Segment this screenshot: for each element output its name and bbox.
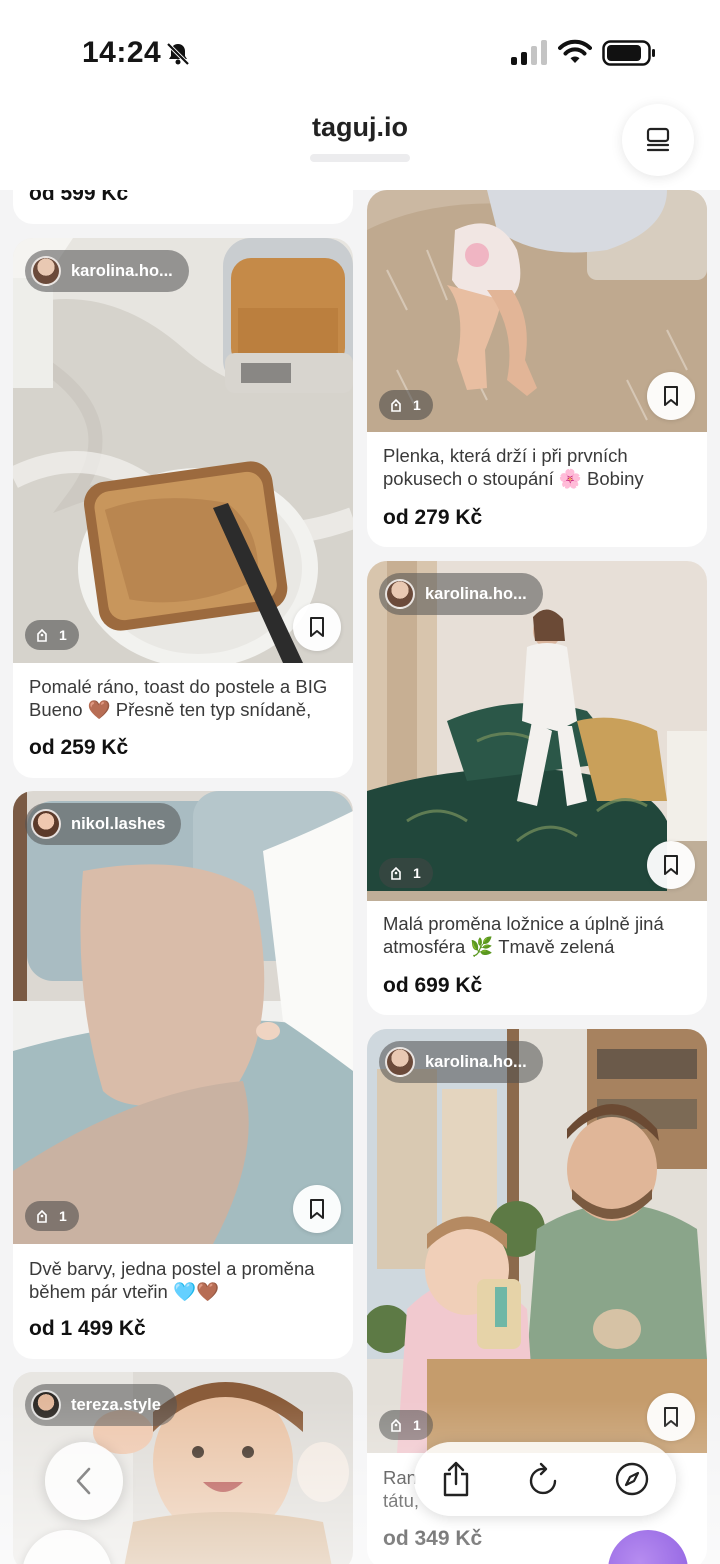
author-chip[interactable]: nikol.lashes — [25, 803, 182, 845]
card-price: od 349 Kč — [383, 1527, 483, 1550]
post-photo[interactable]: karolina.ho... 1 — [13, 238, 353, 663]
avatar — [31, 809, 61, 839]
tag-count-badge: 1 — [379, 1410, 433, 1440]
chevron-left-icon — [76, 1467, 91, 1495]
bookmark-button[interactable] — [647, 372, 695, 420]
card-price: od 279 Kč — [383, 506, 483, 529]
compass-icon — [615, 1462, 649, 1496]
tag-count-badge: 1 — [25, 1201, 79, 1231]
compass-button[interactable] — [612, 1459, 652, 1499]
hanger-tag-icon — [37, 628, 47, 642]
wifi-icon — [558, 39, 592, 63]
tag-count: 1 — [59, 627, 67, 643]
hanger-tag-icon — [391, 398, 401, 412]
bookmark-icon — [664, 855, 678, 875]
avatar — [31, 1390, 61, 1420]
post-photo[interactable]: karolina.ho... 1 — [367, 561, 707, 901]
post-photo[interactable]: 1 — [367, 190, 707, 432]
tag-count-badge: 1 — [25, 620, 79, 650]
muted-bell-icon — [166, 42, 190, 66]
bookmark-button[interactable] — [293, 603, 341, 651]
bookmark-icon — [310, 1199, 324, 1219]
card-price: od 1 499 Kč — [29, 1317, 146, 1340]
tag-count-badge: 1 — [379, 858, 433, 888]
tag-count: 1 — [59, 1208, 67, 1224]
author-chip[interactable]: karolina.ho... — [379, 1041, 543, 1083]
product-card[interactable]: karolina.ho... 1 Pomalé ráno, toast do p… — [13, 238, 353, 778]
product-card[interactable]: nikol.lashes 1 Dvě barvy, jedna postel a… — [13, 791, 353, 1359]
bookmark-icon — [310, 617, 324, 637]
reload-icon — [529, 1462, 557, 1495]
bookmark-button[interactable] — [293, 1185, 341, 1233]
bookmark-icon — [664, 1407, 678, 1427]
author-name: nikol.lashes — [71, 814, 166, 833]
author-name: karolina.ho... — [71, 261, 173, 280]
author-chip[interactable]: tereza.style — [25, 1384, 177, 1426]
author-chip[interactable]: karolina.ho... — [379, 573, 543, 615]
bookmark-button[interactable] — [647, 841, 695, 889]
post-photo[interactable]: karolina.ho... 1 — [367, 1029, 707, 1453]
author-chip[interactable]: karolina.ho... — [25, 250, 189, 292]
tag-count: 1 — [413, 865, 421, 881]
avatar — [31, 256, 61, 286]
stack-menu-icon — [646, 127, 670, 152]
author-name: tereza.style — [71, 1395, 161, 1414]
tag-count-badge: 1 — [379, 390, 433, 420]
back-button[interactable] — [45, 1442, 123, 1520]
bookmark-button[interactable] — [647, 1393, 695, 1441]
share-icon — [443, 1461, 469, 1497]
cellular-signal-icon — [511, 40, 547, 65]
card-price: od 259 Kč — [29, 736, 129, 759]
post-caption: Pomalé ráno, toast do postele a BIG Buen… — [29, 676, 328, 720]
hanger-tag-icon — [391, 866, 401, 880]
tag-count: 1 — [413, 1417, 421, 1433]
post-caption: Plenka, která drží i při prvních pokusec… — [383, 445, 644, 489]
author-name: karolina.ho... — [425, 584, 527, 603]
tag-count: 1 — [413, 397, 421, 413]
avatar — [385, 1047, 415, 1077]
post-photo[interactable]: nikol.lashes 1 — [13, 791, 353, 1244]
hanger-tag-icon — [391, 1418, 401, 1432]
product-card[interactable]: karolina.ho... 1 Malá proměna ložnice a … — [367, 561, 707, 1015]
author-name: karolina.ho... — [425, 1052, 527, 1071]
site-title[interactable]: taguj.io — [0, 112, 720, 143]
status-time: 14:24 — [82, 36, 162, 69]
bookmark-icon — [664, 386, 678, 406]
post-caption: Dvě barvy, jedna postel a proměna během … — [29, 1258, 315, 1302]
title-underline — [310, 154, 410, 162]
product-card[interactable]: 1 Plenka, která drží i při prvních pokus… — [367, 190, 707, 547]
hanger-tag-icon — [37, 1209, 47, 1223]
battery-icon — [602, 40, 655, 66]
reload-button[interactable] — [524, 1459, 564, 1499]
app-header: taguj.io — [0, 100, 720, 190]
share-button[interactable] — [436, 1459, 476, 1499]
status-bar: 14:24 — [0, 0, 720, 100]
browser-toolbar — [414, 1442, 676, 1516]
menu-button[interactable] — [622, 104, 694, 176]
avatar — [385, 579, 415, 609]
post-caption: Malá proměna ložnice a úplně jiná atmosf… — [383, 913, 664, 957]
card-price: od 699 Kč — [383, 974, 483, 997]
